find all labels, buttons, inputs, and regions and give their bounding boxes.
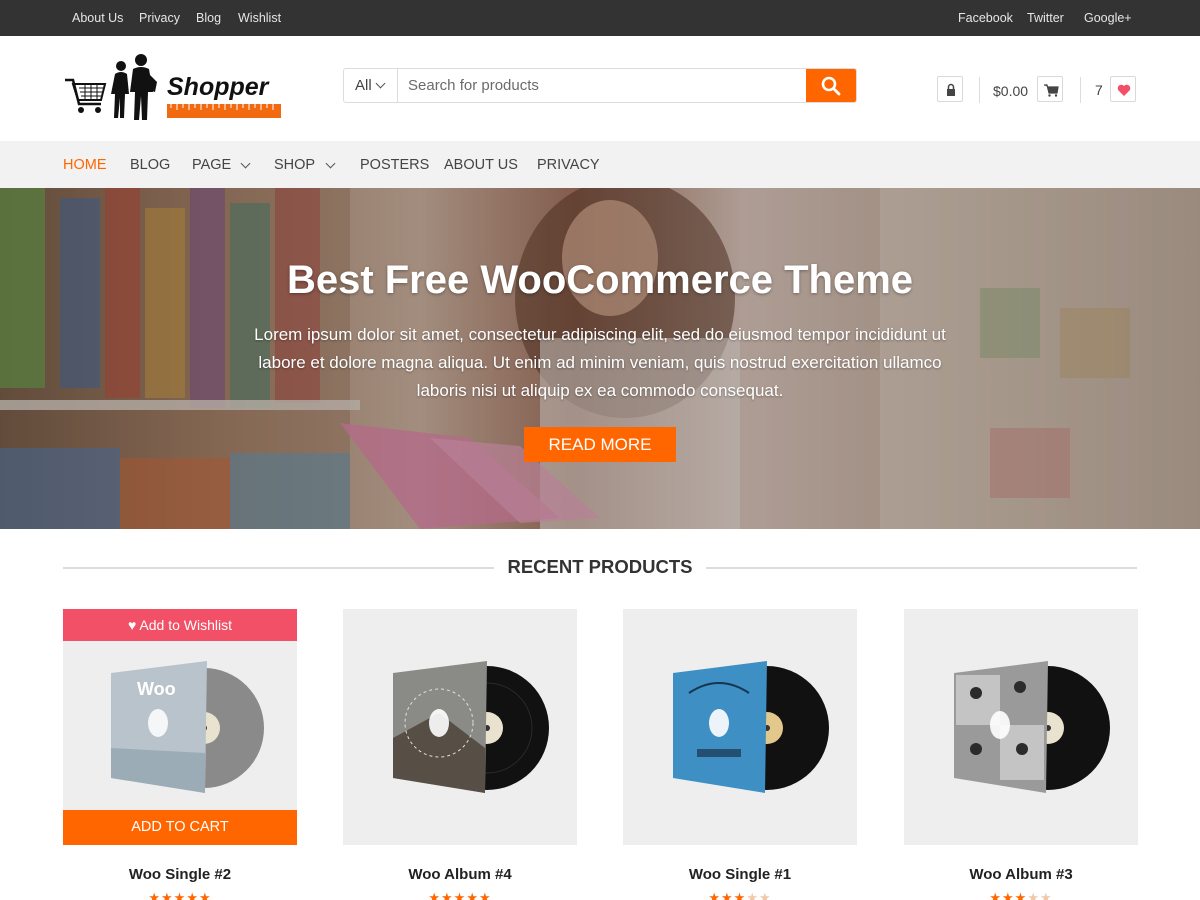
main-nav: HOME BLOG PAGE SHOP POSTERS ABOUT US PRI… bbox=[0, 141, 1200, 188]
hero-banner: Best Free WooCommerce Theme Lorem ipsum … bbox=[0, 188, 1200, 529]
product-name[interactable]: Woo Single #1 bbox=[623, 866, 857, 883]
star-icon: ★ bbox=[733, 890, 747, 900]
star-icon: ★ bbox=[198, 890, 212, 900]
star-icon: ★ bbox=[453, 890, 467, 900]
chevron-down-icon bbox=[240, 158, 251, 169]
wishlist-count: 7 bbox=[1095, 82, 1103, 98]
star-icon: ★ bbox=[1027, 890, 1040, 900]
nav-item-page[interactable]: PAGE bbox=[192, 157, 231, 173]
hero-title: Best Free WooCommerce Theme bbox=[286, 258, 914, 302]
star-icon: ★ bbox=[989, 890, 1003, 900]
star-icon: ★ bbox=[1014, 890, 1028, 900]
vinyl-record-image bbox=[393, 661, 549, 793]
header-divider bbox=[1080, 77, 1081, 103]
star-icon: ★ bbox=[1039, 890, 1053, 900]
nav-item-shop[interactable]: SHOP bbox=[274, 157, 315, 173]
search-button[interactable] bbox=[806, 69, 856, 102]
site-logo[interactable]: Shopper bbox=[63, 52, 285, 124]
nav-item-home[interactable]: HOME bbox=[63, 157, 107, 173]
cart-button[interactable] bbox=[1037, 76, 1063, 102]
star-icon: ★ bbox=[1002, 890, 1015, 900]
top-bar: About Us Privacy Blog Wishlist Facebook … bbox=[0, 0, 1200, 36]
topbar-link-blog[interactable]: Blog bbox=[196, 11, 221, 25]
product-card[interactable]: Woo ♥ Add to Wishlist ADD TO CART bbox=[63, 609, 297, 845]
star-icon: ★ bbox=[441, 890, 454, 900]
star-rating: ★★★★★ bbox=[63, 890, 297, 900]
topbar-link-googleplus[interactable]: Google+ bbox=[1084, 11, 1132, 25]
product-name[interactable]: Woo Album #4 bbox=[343, 866, 577, 883]
wishlist-button[interactable] bbox=[1110, 76, 1136, 102]
header-divider bbox=[979, 77, 980, 103]
star-icon: ★ bbox=[721, 890, 734, 900]
heart-icon: ♥ bbox=[127, 617, 137, 633]
product-search: All bbox=[343, 68, 857, 103]
product-name[interactable]: Woo Album #3 bbox=[904, 866, 1138, 883]
nav-item-posters[interactable]: POSTERS bbox=[360, 157, 429, 173]
star-icon: ★ bbox=[161, 890, 174, 900]
chevron-down-icon bbox=[375, 78, 386, 89]
cover-text: Woo bbox=[137, 679, 176, 699]
account-button[interactable] bbox=[937, 76, 963, 102]
star-icon: ★ bbox=[148, 890, 162, 900]
search-category-select[interactable]: All bbox=[344, 69, 398, 102]
star-icon: ★ bbox=[746, 890, 759, 900]
nav-item-blog[interactable]: BLOG bbox=[130, 157, 170, 173]
star-icon: ★ bbox=[428, 890, 442, 900]
cart-icon bbox=[1044, 84, 1059, 97]
add-to-wishlist-button[interactable]: ♥ Add to Wishlist bbox=[63, 609, 297, 641]
search-category-value: All bbox=[355, 77, 372, 94]
cart-amount[interactable]: $0.00 bbox=[993, 83, 1028, 99]
chevron-down-icon bbox=[325, 158, 336, 169]
logo-measuring-tape bbox=[167, 104, 281, 118]
star-icon: ★ bbox=[173, 890, 187, 900]
nav-item-privacy[interactable]: PRIVACY bbox=[537, 157, 600, 173]
star-icon: ★ bbox=[708, 890, 722, 900]
section-divider bbox=[706, 567, 1137, 569]
add-to-cart-button[interactable]: ADD TO CART bbox=[63, 810, 297, 845]
product-card[interactable] bbox=[904, 609, 1138, 845]
search-icon bbox=[821, 76, 841, 96]
topbar-link-about[interactable]: About Us bbox=[72, 11, 123, 25]
nav-item-about-us[interactable]: ABOUT US bbox=[444, 157, 518, 173]
vinyl-record-image bbox=[954, 661, 1110, 793]
topbar-link-facebook[interactable]: Facebook bbox=[958, 11, 1013, 25]
product-card[interactable] bbox=[343, 609, 577, 845]
star-rating: ★★★★★ bbox=[623, 890, 857, 900]
add-to-wishlist-label: Add to Wishlist bbox=[139, 617, 233, 633]
heart-icon bbox=[1117, 84, 1131, 96]
hero-description: Lorem ipsum dolor sit amet, consectetur … bbox=[254, 325, 946, 400]
vinyl-record-image: Woo bbox=[111, 661, 264, 793]
product-name[interactable]: Woo Single #2 bbox=[63, 866, 297, 883]
vinyl-record-image bbox=[673, 661, 829, 793]
star-icon: ★ bbox=[478, 890, 492, 900]
search-input[interactable] bbox=[399, 69, 808, 102]
star-rating: ★★★★★ bbox=[343, 890, 577, 900]
shopping-cart-people-icon bbox=[65, 54, 157, 120]
lock-icon bbox=[947, 83, 955, 96]
star-rating: ★★★★★ bbox=[904, 890, 1138, 900]
topbar-link-wishlist[interactable]: Wishlist bbox=[238, 11, 281, 25]
star-icon: ★ bbox=[466, 890, 479, 900]
product-card[interactable] bbox=[623, 609, 857, 845]
logo-text: Shopper bbox=[167, 73, 269, 101]
tape-marks-icon bbox=[170, 104, 274, 110]
star-icon: ★ bbox=[758, 890, 772, 900]
star-icon: ★ bbox=[186, 890, 199, 900]
topbar-link-twitter[interactable]: Twitter bbox=[1027, 11, 1064, 25]
topbar-link-privacy[interactable]: Privacy bbox=[139, 11, 180, 25]
read-more-button[interactable]: READ MORE bbox=[524, 427, 676, 462]
site-header: Shopper All $0.00 bbox=[0, 36, 1200, 141]
